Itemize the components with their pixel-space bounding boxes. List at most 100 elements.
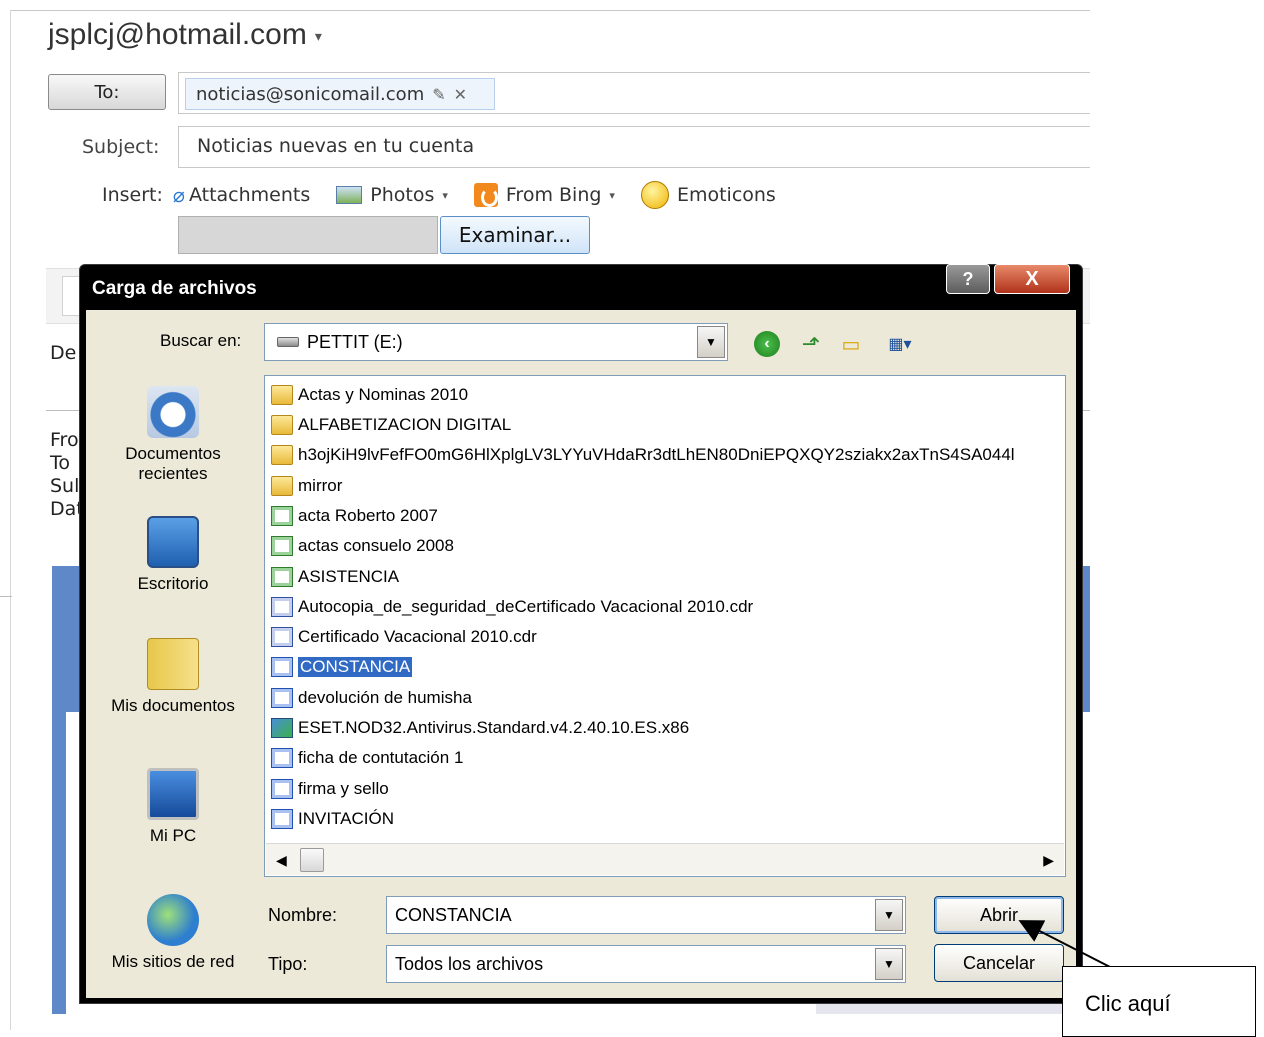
insert-toolbar: Insert: ⌀ Attachments Photos ▾ From Bing ▾ … bbox=[102, 181, 802, 209]
help-button[interactable]: ? bbox=[946, 264, 990, 294]
side-divider bbox=[0, 596, 12, 597]
excel-file-icon bbox=[271, 535, 293, 556]
list-item[interactable]: Autocopia_de_seguridad_deCertificado Vac… bbox=[271, 593, 753, 620]
file-name: ESET.NOD32.Antivirus.Standard.v4.2.40.10… bbox=[298, 717, 690, 737]
word-file-icon bbox=[271, 808, 293, 829]
list-item[interactable]: devolución de humisha bbox=[271, 684, 472, 711]
places-bar: Documentos recientes Escritorio Mis docu… bbox=[86, 370, 260, 998]
excel-file-icon bbox=[271, 505, 293, 526]
scroll-left-icon[interactable]: ◀ bbox=[276, 852, 287, 869]
place-label: Escritorio bbox=[137, 574, 209, 593]
desktop-icon bbox=[147, 516, 199, 568]
file-name: devolución de humisha bbox=[298, 687, 472, 707]
open-button[interactable]: Abrir bbox=[934, 896, 1064, 934]
file-name: firma y sello bbox=[298, 778, 389, 798]
filetype-value: Todos los archivos bbox=[395, 953, 544, 974]
scroll-thumb[interactable] bbox=[300, 848, 324, 872]
place-label: Mis documentos bbox=[111, 696, 235, 715]
word-file-icon bbox=[271, 747, 293, 768]
browse-button[interactable]: Examinar... bbox=[440, 216, 590, 254]
emoticons-label: Emoticons bbox=[676, 184, 776, 206]
paperclip-icon: ⌀ bbox=[172, 183, 185, 207]
look-in-value: PETTIT (E:) bbox=[307, 331, 403, 352]
place-label: Mi PC bbox=[149, 826, 197, 845]
attachments-label: Attachments bbox=[188, 184, 311, 206]
folder-icon bbox=[271, 384, 293, 405]
my-computer-icon bbox=[147, 768, 199, 820]
place-network[interactable]: Mis sitios de red bbox=[86, 894, 260, 972]
callout-box: Clic aquí bbox=[1062, 966, 1256, 1037]
file-name: actas consuelo 2008 bbox=[298, 535, 454, 555]
filetype-label: Tipo: bbox=[268, 954, 308, 974]
edit-icon[interactable]: ✎ bbox=[432, 85, 445, 104]
emoticons-button[interactable]: Emoticons bbox=[640, 181, 776, 209]
dropdown-arrow-icon[interactable]: ▼ bbox=[875, 948, 903, 980]
photos-label: Photos bbox=[370, 184, 435, 206]
bing-icon bbox=[473, 183, 498, 207]
file-name: mirror bbox=[298, 475, 343, 495]
place-my-computer[interactable]: Mi PC bbox=[86, 768, 260, 846]
cancel-button[interactable]: Cancelar bbox=[934, 944, 1064, 982]
to-button[interactable]: To: bbox=[48, 74, 166, 110]
list-item-selected[interactable]: CONSTANCIA bbox=[271, 653, 413, 680]
chevron-down-icon: ▾ bbox=[609, 188, 615, 202]
attachments-button[interactable]: ⌀ Attachments bbox=[173, 183, 310, 207]
list-item[interactable]: h3ojKiH9lvFefFO0mG6HlXplgLV3LYYuVHdaRr3d… bbox=[271, 441, 1015, 468]
file-name: h3ojKiH9lvFefFO0mG6HlXplgLV3LYYuVHdaRr3d… bbox=[298, 444, 1015, 464]
word-file-icon bbox=[271, 656, 293, 677]
list-item[interactable]: mirror bbox=[271, 472, 342, 499]
place-my-documents[interactable]: Mis documentos bbox=[86, 638, 260, 716]
close-button[interactable]: X bbox=[994, 264, 1070, 294]
dropdown-arrow-icon[interactable]: ▼ bbox=[875, 899, 903, 931]
list-item[interactable]: ESET.NOD32.Antivirus.Standard.v4.2.40.10… bbox=[271, 714, 689, 741]
list-item[interactable]: acta Roberto 2007 bbox=[271, 502, 438, 529]
folder-icon bbox=[271, 444, 293, 465]
list-item[interactable]: Actas y Nominas 2010 bbox=[271, 381, 468, 408]
horizontal-scrollbar[interactable]: ◀ ▶ bbox=[266, 843, 1064, 875]
file-name: INVITACIÓN bbox=[298, 808, 395, 828]
list-item[interactable]: Certificado Vacacional 2010.cdr bbox=[271, 623, 537, 650]
file-name: ASISTENCIA bbox=[298, 566, 400, 586]
insert-label: Insert: bbox=[102, 184, 163, 206]
dropdown-arrow-icon[interactable]: ▼ bbox=[697, 326, 725, 358]
list-item[interactable]: ALFABETIZACION DIGITAL bbox=[271, 411, 511, 438]
cdr-file-icon bbox=[271, 596, 293, 617]
place-recent-documents[interactable]: Documentos recientes bbox=[86, 386, 260, 484]
file-name: ficha de contutación 1 bbox=[298, 747, 464, 767]
look-in-select[interactable]: PETTIT (E:) ▼ bbox=[264, 323, 728, 361]
filename-input[interactable]: CONSTANCIA ▼ bbox=[386, 896, 906, 934]
top-divider bbox=[10, 10, 1090, 11]
list-item[interactable]: firma y sello bbox=[271, 775, 389, 802]
file-path-field[interactable] bbox=[178, 216, 438, 254]
filename-label: Nombre: bbox=[268, 905, 338, 925]
cdr-file-icon bbox=[271, 626, 293, 647]
left-divider bbox=[10, 10, 11, 1030]
chevron-down-icon: ▾ bbox=[442, 188, 448, 202]
from-bing-button[interactable]: From Bing ▾ bbox=[473, 183, 615, 207]
file-list[interactable]: Actas y Nominas 2010 ALFABETIZACION DIGI… bbox=[264, 375, 1066, 877]
place-label: Documentos recientes bbox=[125, 444, 221, 483]
remove-icon[interactable]: ✕ bbox=[454, 85, 467, 104]
place-desktop[interactable]: Escritorio bbox=[86, 516, 260, 594]
new-folder-icon[interactable]: ▭ bbox=[838, 331, 864, 357]
smiley-icon bbox=[640, 181, 669, 209]
account-email: jsplcj@hotmail.com bbox=[48, 18, 307, 51]
partial-text-from: Fro bbox=[50, 429, 79, 451]
list-item[interactable]: INVITACIÓN bbox=[271, 805, 394, 832]
list-item[interactable]: ASISTENCIA bbox=[271, 563, 399, 590]
recent-documents-icon bbox=[147, 386, 199, 438]
filetype-select[interactable]: Todos los archivos ▼ bbox=[386, 945, 906, 983]
back-icon[interactable]: ‹ bbox=[754, 331, 780, 357]
views-menu-icon[interactable]: ▦▾ bbox=[880, 331, 920, 357]
from-bing-label: From Bing bbox=[505, 184, 602, 206]
excel-file-icon bbox=[271, 566, 293, 587]
photos-button[interactable]: Photos ▾ bbox=[336, 184, 448, 206]
up-folder-icon[interactable]: ⬏ bbox=[798, 331, 824, 357]
list-item[interactable]: ficha de contutación 1 bbox=[271, 744, 463, 771]
list-item[interactable]: actas consuelo 2008 bbox=[271, 532, 454, 559]
scroll-right-icon[interactable]: ▶ bbox=[1043, 852, 1054, 869]
recipient-chip[interactable]: noticias@sonicomail.com ✎ ✕ bbox=[185, 78, 495, 110]
look-in-label: Buscar en: bbox=[160, 331, 242, 350]
subject-input[interactable]: Noticias nuevas en tu cuenta bbox=[178, 126, 1090, 168]
account-switcher[interactable]: jsplcj@hotmail.com ▾ bbox=[48, 18, 322, 52]
